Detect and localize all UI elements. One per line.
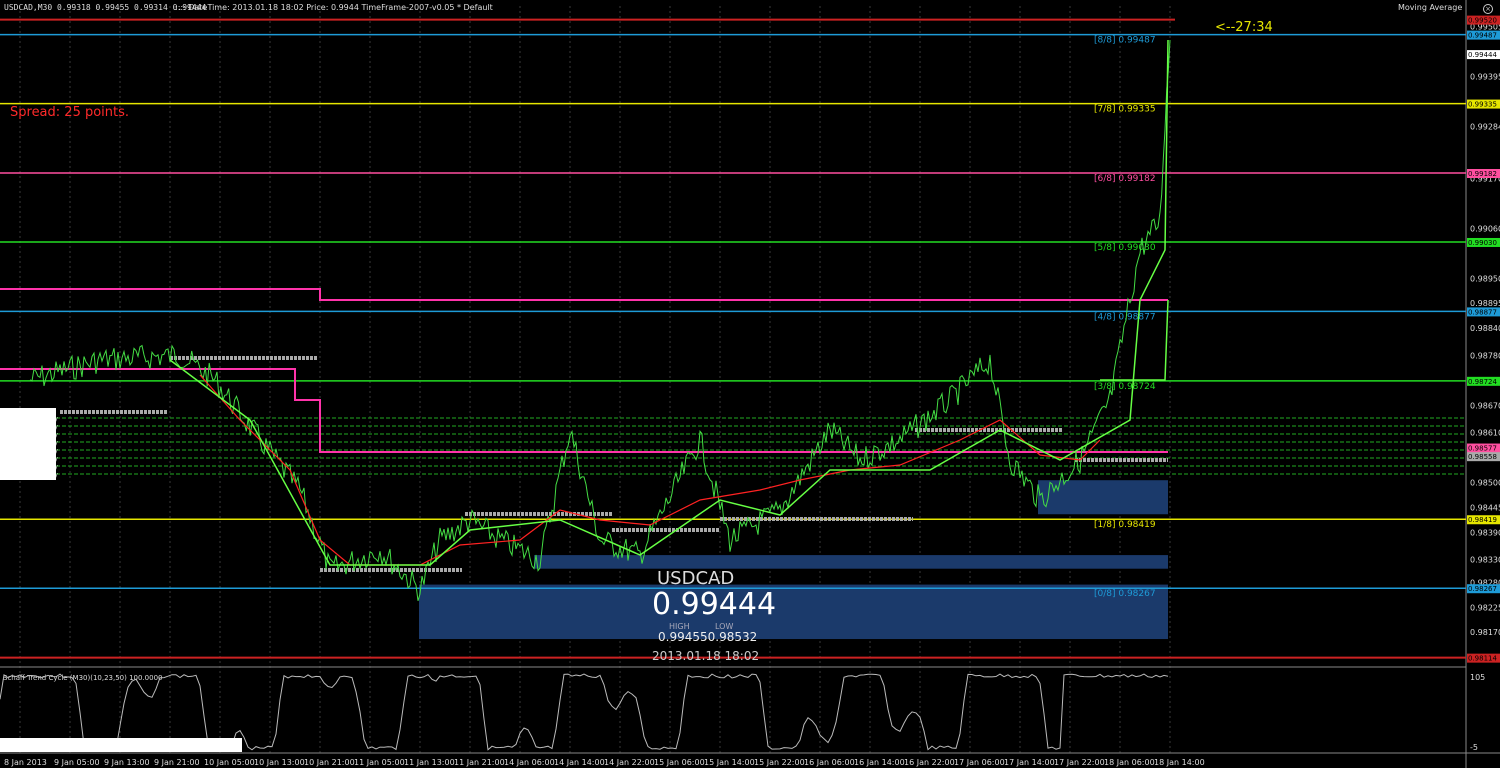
price-axis-tick: 0.98840 <box>1470 324 1500 333</box>
price-axis-tick: 0.98225 <box>1470 603 1500 612</box>
price-axis-tick: 0.98390 <box>1470 528 1500 537</box>
time-axis-label: 18 Jan 06:00 <box>1104 758 1155 767</box>
time-axis-label: 16 Jan 22:00 <box>904 758 955 767</box>
time-axis-label: 14 Jan 06:00 <box>504 758 555 767</box>
time-axis-label: 17 Jan 22:00 <box>1054 758 1105 767</box>
chart-info-line: :::: DateTime: 2013.01.18 18:02 Price: 0… <box>175 3 493 12</box>
price-axis-tick: 0.98895 <box>1470 299 1500 308</box>
price-axis-tick: 0.98330 <box>1470 556 1500 565</box>
price-axis-tag-text: 0.98558 <box>1468 453 1497 461</box>
price-axis-tick: 0.98670 <box>1470 401 1500 410</box>
price-axis-tick: 0.99284 <box>1470 123 1500 132</box>
price-axis-tag-text: 0.99520 <box>1468 17 1497 25</box>
price-axis-tag-text: 0.98114 <box>1468 655 1497 663</box>
redacted-panel <box>0 408 56 480</box>
spread-label: Spread: 25 points. <box>10 105 130 120</box>
time-axis-label: 15 Jan 22:00 <box>754 758 805 767</box>
time-axis-label: 16 Jan 14:00 <box>854 758 905 767</box>
price-box-symbol: USDCAD <box>657 568 734 589</box>
murrey-level-label: [5/8] 0.99030 <box>1094 243 1156 253</box>
time-axis-label: 14 Jan 14:00 <box>554 758 605 767</box>
time-axis-label: 15 Jan 06:00 <box>654 758 705 767</box>
price-axis-tick: 0.98950 <box>1470 274 1500 283</box>
murrey-level-label: [8/8] 0.99487 <box>1094 36 1156 46</box>
oscillator-min-label: -5 <box>1470 743 1478 752</box>
indicator-label: Moving Average <box>1398 3 1463 12</box>
time-axis-label: 11 Jan 21:00 <box>454 758 505 767</box>
murrey-level-label: [7/8] 0.99335 <box>1094 105 1156 115</box>
time-axis-label: 10 Jan 21:00 <box>304 758 355 767</box>
price-axis-tick: 0.98780 <box>1470 351 1500 360</box>
demand-zone-low <box>419 584 1168 640</box>
time-axis-label: 16 Jan 06:00 <box>804 758 855 767</box>
oscillator-max-label: 105 <box>1470 673 1485 682</box>
time-axis-label: 11 Jan 13:00 <box>404 758 455 767</box>
murrey-level-label: [6/8] 0.99182 <box>1094 174 1156 184</box>
price-box-high-low: 0.994550.98532 <box>658 630 757 644</box>
murrey-level-label: [1/8] 0.98419 <box>1094 520 1156 530</box>
time-axis-label: 18 Jan 14:00 <box>1154 758 1205 767</box>
redacted-footer <box>0 738 242 752</box>
price-axis-tag-text: 0.98419 <box>1468 516 1497 524</box>
price-axis-tick: 0.98170 <box>1470 628 1500 637</box>
price-axis-tick: 0.98500 <box>1470 478 1500 487</box>
price-box-price: 0.99444 <box>652 587 776 622</box>
price-axis-tick: 0.99395 <box>1470 72 1500 81</box>
current-price-tag-text: 0.99444 <box>1468 51 1497 59</box>
price-axis-tag-text: 0.99335 <box>1468 101 1497 109</box>
price-box-datetime: 2013.01.18 18:02 <box>652 649 759 663</box>
murrey-level-label: [4/8] 0.98877 <box>1094 312 1156 322</box>
pivot-line-upper <box>0 288 1168 301</box>
price-axis-tick: 0.98445 <box>1470 503 1500 512</box>
murrey-level-label: [3/8] 0.98724 <box>1094 382 1156 392</box>
time-axis-label: 14 Jan 22:00 <box>604 758 655 767</box>
candle-countdown: <--27:34 <box>1215 20 1273 35</box>
demand-zone-mid <box>534 555 1168 569</box>
price-line <box>29 39 1171 601</box>
price-axis-tag-text: 0.98877 <box>1468 308 1497 316</box>
moving-average-line <box>199 374 1101 566</box>
price-axis-tag-text: 0.99182 <box>1468 170 1497 178</box>
price-axis-tick: 0.98610 <box>1470 429 1500 438</box>
price-axis-tick: 0.99060 <box>1470 224 1500 233</box>
time-axis-label: 17 Jan 06:00 <box>954 758 1005 767</box>
time-axis-label: 15 Jan 14:00 <box>704 758 755 767</box>
time-axis-label: 8 Jan 2013 <box>4 758 47 767</box>
murrey-level-label: [0/8] 0.98267 <box>1094 589 1156 599</box>
price-chart[interactable]: 8 Jan 2013 9 Jan 05:00 9 Jan 13:00 9 Jan 21… <box>0 0 1500 768</box>
time-axis-label: 17 Jan 14:00 <box>1004 758 1055 767</box>
time-axis-label: 9 Jan 05:00 <box>54 758 100 767</box>
price-axis-tag-text: 0.98577 <box>1468 445 1497 453</box>
time-axis-label: 11 Jan 05:00 <box>354 758 405 767</box>
price-axis-tag-text: 0.98267 <box>1468 585 1497 593</box>
price-axis-tag-text: 0.98724 <box>1468 378 1497 386</box>
price-axis-tag-text: 0.99487 <box>1468 32 1497 40</box>
demand-zone-high <box>1038 480 1168 515</box>
oscillator-title: Schaff Trend Cycle (M30)(10,23,50) 100.0… <box>3 674 162 682</box>
price-axis-tag-text: 0.99030 <box>1468 239 1497 247</box>
time-axis-label: 10 Jan 13:00 <box>254 758 305 767</box>
time-axis-label: 10 Jan 05:00 <box>204 758 255 767</box>
time-axis-label: 9 Jan 21:00 <box>154 758 200 767</box>
close-icon[interactable]: × <box>1483 4 1493 14</box>
time-axis-label: 9 Jan 13:00 <box>104 758 150 767</box>
